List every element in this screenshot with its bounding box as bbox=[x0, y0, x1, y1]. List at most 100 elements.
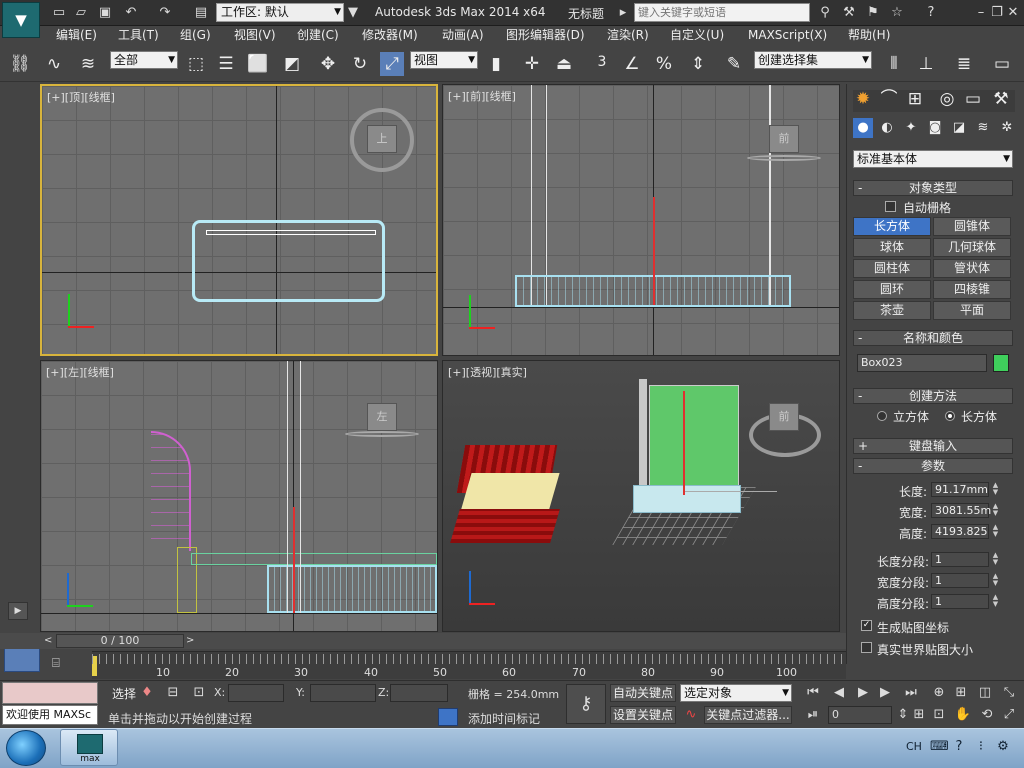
motion-tab-icon[interactable]: ◎ bbox=[935, 87, 959, 111]
geometry-icon[interactable]: ● bbox=[853, 118, 873, 138]
link-icon[interactable]: ⛓ bbox=[8, 52, 32, 76]
teapot-button[interactable]: 茶壶 bbox=[853, 301, 931, 320]
height-segs-spinner[interactable]: ▲ ▼ bbox=[991, 594, 1000, 609]
spinner-snap-icon[interactable]: ⇕ bbox=[686, 52, 710, 76]
headboard-left[interactable] bbox=[151, 431, 191, 551]
viewport-front[interactable]: [+][前][线框] 前 bbox=[442, 84, 840, 356]
tray-settings-icon[interactable]: ⚙ bbox=[994, 738, 1012, 756]
width-segs-input[interactable]: 1 bbox=[931, 573, 989, 588]
menu-help[interactable]: 帮助(H) bbox=[848, 26, 890, 44]
sphere-button[interactable]: 球体 bbox=[853, 238, 931, 257]
binoculars-icon[interactable]: ⚲ bbox=[816, 4, 834, 22]
auto-key-button[interactable]: 自动关键点 bbox=[610, 684, 676, 702]
shapes-icon[interactable]: ◐ bbox=[877, 118, 897, 138]
viewcube-left[interactable]: 左 bbox=[367, 403, 397, 431]
track-bar-icon[interactable]: ⌸ bbox=[52, 656, 74, 674]
app-menu-button[interactable]: ▼ bbox=[2, 2, 40, 38]
add-time-tag[interactable]: 添加时间标记 bbox=[468, 710, 540, 727]
align-icon[interactable]: ⊥ bbox=[914, 52, 938, 76]
menu-group[interactable]: 组(G) bbox=[180, 26, 211, 44]
viewcube-persp[interactable]: 前 bbox=[769, 403, 799, 431]
height-input[interactable]: 4193.825 bbox=[931, 524, 989, 539]
prev-frame-icon[interactable]: ◀ bbox=[830, 684, 848, 702]
keyboard-entry-rollout[interactable]: + 键盘输入 bbox=[853, 438, 1013, 454]
open-file-icon[interactable]: ▱ bbox=[72, 4, 90, 22]
window-crossing-icon[interactable]: ◩ bbox=[280, 52, 304, 76]
goto-end-icon[interactable]: ⏭ bbox=[902, 684, 920, 702]
length-segs-spinner[interactable]: ▲ ▼ bbox=[991, 552, 1000, 567]
height-segs-input[interactable]: 1 bbox=[931, 594, 989, 609]
zoom-extents-all-icon[interactable]: ⤡ bbox=[1000, 684, 1018, 702]
maxscript-listener[interactable] bbox=[2, 682, 98, 704]
track-bar[interactable]: 10 20 30 40 50 60 70 80 90 100 bbox=[92, 651, 846, 679]
helpers-icon[interactable]: ◪ bbox=[949, 118, 969, 138]
undo-icon[interactable]: ↶ bbox=[122, 4, 140, 22]
tube-button[interactable]: 管状体 bbox=[933, 259, 1011, 278]
zoom-all-icon[interactable]: ⊞ bbox=[952, 684, 970, 702]
menu-animation[interactable]: 动画(A) bbox=[442, 26, 484, 44]
display-tab-icon[interactable]: ▭ bbox=[961, 87, 985, 111]
time-prev-icon[interactable]: < bbox=[44, 634, 56, 648]
viewcube-top[interactable]: 上 bbox=[367, 125, 397, 153]
cameras-icon[interactable]: ◙ bbox=[925, 118, 945, 138]
maxscript-welcome[interactable]: 欢迎使用 MAXSc bbox=[2, 705, 98, 725]
redo-icon[interactable]: ↷ bbox=[156, 4, 174, 22]
time-next-icon[interactable]: > bbox=[186, 634, 198, 648]
viewport-left[interactable]: [+][左][线框] 左 bbox=[40, 360, 438, 632]
viewport-perspective[interactable]: [+][透视][真实] 前 bbox=[442, 360, 840, 632]
time-config-icon[interactable]: ⊞ bbox=[910, 706, 928, 724]
mirror-icon[interactable]: ⫴ bbox=[882, 52, 906, 76]
orbit-icon[interactable]: ⟲ bbox=[978, 706, 996, 724]
height-spinner[interactable]: ▲ ▼ bbox=[991, 524, 1000, 539]
gen-map-coords-checkbox[interactable]: ✓ bbox=[861, 620, 872, 631]
play-expand-icon[interactable]: ▶ bbox=[8, 602, 28, 620]
rotate-icon[interactable]: ↻ bbox=[348, 52, 372, 76]
help-icon[interactable]: ? bbox=[922, 4, 940, 22]
creation-method-rollout[interactable]: - 创建方法 bbox=[853, 388, 1013, 404]
pivot-center-icon[interactable]: ▮ bbox=[484, 52, 508, 76]
menu-maxscript[interactable]: MAXScript(X) bbox=[748, 26, 827, 44]
hierarchy-tab-icon[interactable]: ⊞ bbox=[903, 87, 927, 111]
length-spinner[interactable]: ▲ ▼ bbox=[991, 482, 1000, 497]
edit-named-selection-icon[interactable]: ✎ bbox=[722, 52, 746, 76]
viewport-label-front[interactable]: [+][前][线框] bbox=[448, 88, 516, 104]
key-filters-button[interactable]: 关键点过滤器... bbox=[704, 706, 792, 724]
named-selection-set-dropdown[interactable]: 创建选择集 ▼ bbox=[754, 51, 872, 69]
time-tag-icon[interactable] bbox=[438, 708, 458, 726]
z-coord-input[interactable] bbox=[390, 684, 448, 702]
reference-coord-dropdown[interactable]: 视图 ▼ bbox=[410, 51, 478, 69]
absolute-mode-icon[interactable]: ⊡ bbox=[190, 684, 208, 702]
cone-button[interactable]: 圆锥体 bbox=[933, 217, 1011, 236]
help-tray-icon[interactable]: ? bbox=[950, 738, 968, 756]
lights-icon[interactable]: ✦ bbox=[901, 118, 921, 138]
object-category-dropdown[interactable]: 标准基本体 ▼ bbox=[853, 150, 1013, 168]
key-filter-curve-icon[interactable]: ∿ bbox=[682, 706, 700, 724]
subscription-icon[interactable]: ⚒ bbox=[840, 4, 858, 22]
create-tab-icon[interactable]: ✹ bbox=[851, 87, 875, 111]
move-icon[interactable]: ✥ bbox=[316, 52, 340, 76]
communication-icon[interactable]: ⚑ bbox=[864, 4, 882, 22]
zoom-region-icon[interactable]: ⊡ bbox=[930, 706, 948, 724]
name-color-rollout[interactable]: - 名称和颜色 bbox=[853, 330, 1013, 346]
pan-icon[interactable]: ✋ bbox=[954, 706, 972, 724]
menu-tools[interactable]: 工具(T) bbox=[118, 26, 159, 44]
keyboard-shortcut-icon[interactable]: ⏏ bbox=[552, 52, 576, 76]
bed-frame-persp[interactable] bbox=[450, 509, 560, 543]
rectangular-selection-icon[interactable]: ⬜ bbox=[246, 52, 270, 76]
bind-space-warp-icon[interactable]: ≋ bbox=[76, 52, 100, 76]
parameters-rollout[interactable]: - 参数 bbox=[853, 458, 1013, 474]
menu-create[interactable]: 创建(C) bbox=[297, 26, 339, 44]
viewport-top[interactable]: [+][顶][线框] 上 bbox=[40, 84, 438, 356]
geosphere-button[interactable]: 几何球体 bbox=[933, 238, 1011, 257]
goto-start-icon[interactable]: ⏮ bbox=[804, 684, 822, 702]
set-key-button[interactable]: 设置关键点 bbox=[610, 706, 676, 724]
viewport-label-left[interactable]: [+][左][线框] bbox=[46, 364, 114, 380]
play-icon[interactable]: ▶ bbox=[854, 684, 872, 702]
viewport-label-perspective[interactable]: [+][透视][真实] bbox=[448, 364, 527, 380]
plane-button[interactable]: 平面 bbox=[933, 301, 1011, 320]
zoom-extents-icon[interactable]: ◫ bbox=[976, 684, 994, 702]
ribbon-toggle-icon[interactable]: ▭ bbox=[990, 52, 1014, 76]
set-key-icon[interactable]: ⚷ bbox=[566, 684, 606, 724]
object-name-input[interactable]: Box023 bbox=[857, 354, 987, 372]
maximize-viewport-icon[interactable]: ⤢ bbox=[1000, 706, 1018, 724]
